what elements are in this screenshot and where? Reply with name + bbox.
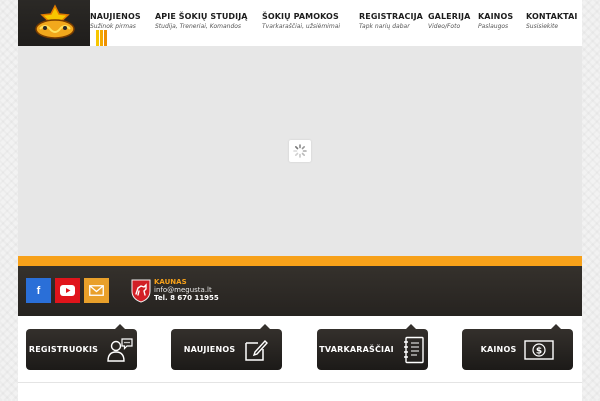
accent-band: [18, 256, 582, 266]
nav-item-kainos[interactable]: KAINOS Paslaugos: [478, 12, 513, 30]
nav-item-title: KONTAKTAI: [526, 12, 578, 21]
feature-label: REGISTRUOKIS: [28, 345, 99, 354]
email-icon: [89, 285, 104, 296]
nav-item-naujienos[interactable]: NAUJIENOS Sužinok pirmas: [90, 12, 141, 30]
nav-item-registracija[interactable]: REGISTRACIJA Tapk narių dabar: [359, 12, 423, 30]
nav-item-subtitle: Sužinok pirmas: [90, 23, 136, 30]
registruokis-button[interactable]: REGISTRUOKIS: [26, 324, 137, 370]
nav-item-subtitle: Studija, Treneriai, Komandos: [155, 23, 242, 30]
edit-note-icon: [245, 339, 269, 361]
spinner-icon: [293, 144, 307, 158]
logo[interactable]: [18, 0, 90, 46]
nav-item-subtitle: Video/Foto: [428, 23, 461, 30]
tvarkarasciai-button[interactable]: TVARKARAŠČIAI: [317, 324, 428, 370]
email-link[interactable]: info@megusta.lt: [154, 286, 219, 294]
dollar-bill-icon: $: [524, 339, 555, 360]
svg-text:$: $: [536, 346, 542, 356]
loading-spinner: [289, 140, 311, 162]
nav-item-title: GALERIJA: [428, 12, 471, 21]
site-header: NAUJIENOS Sužinok pirmas APIE ŠOKIŲ STUD…: [18, 0, 582, 46]
hero-slider: [18, 46, 582, 256]
nav-item-title: REGISTRACIJA: [359, 12, 423, 21]
nav-item-subtitle: Paslaugos: [478, 23, 509, 30]
facebook-button[interactable]: f: [26, 278, 51, 303]
content-start: [18, 382, 582, 401]
nav-item-title: APIE ŠOKIŲ STUDIJĄ: [155, 12, 248, 21]
logo-stripe: [96, 30, 99, 46]
nav-item-apie[interactable]: APIE ŠOKIŲ STUDIJĄ Studija, Treneriai, K…: [155, 12, 248, 30]
notebook-icon: [403, 336, 424, 363]
feature-label: TVARKARAŠČIAI: [319, 345, 394, 354]
nav-item-title: NAUJIENOS: [90, 12, 141, 21]
page: NAUJIENOS Sužinok pirmas APIE ŠOKIŲ STUD…: [18, 0, 582, 401]
naujienos-button[interactable]: NAUJIENOS: [171, 324, 282, 370]
kaunas-coat-of-arms-icon: [131, 279, 151, 303]
feature-label: KAINOS: [480, 345, 517, 354]
info-bar: f KAUNAS info@megusta.lt Tel. 8 670 1195…: [18, 266, 582, 316]
feature-buttons: REGISTRUOKIS NAUJIENOS TVARKARAŠČIAI KAI…: [18, 316, 582, 382]
kainos-button[interactable]: KAINOS $: [462, 324, 573, 370]
email-button[interactable]: [84, 278, 109, 303]
nav-item-galerija[interactable]: GALERIJA Video/Foto: [428, 12, 470, 30]
nav-item-subtitle: Tvarkaraščiai, užsiėmimai: [262, 23, 341, 30]
contact-block: KAUNAS info@megusta.lt Tel. 8 670 11955: [154, 278, 219, 302]
city-label: KAUNAS: [154, 278, 187, 286]
youtube-button[interactable]: [55, 278, 80, 303]
logo-stripe: [104, 30, 107, 46]
user-chat-icon: [107, 337, 133, 362]
nav-item-title: ŠOKIŲ PAMOKOS: [262, 12, 339, 21]
facebook-icon: f: [36, 284, 41, 297]
nav-item-subtitle: Tapk narių dabar: [359, 23, 410, 30]
phone-number: Tel. 8 670 11955: [154, 294, 219, 303]
logo-stripe: [100, 30, 103, 46]
nav-item-title: KAINOS: [478, 12, 514, 21]
feature-label: NAUJIENOS: [183, 345, 236, 354]
nav-item-pamokos[interactable]: ŠOKIŲ PAMOKOS Tvarkaraščiai, užsiėmimai: [262, 12, 340, 30]
nav-item-subtitle: Susisiekite: [526, 23, 559, 30]
youtube-icon: [60, 285, 75, 296]
nav-item-kontaktai[interactable]: KONTAKTAI Susisiekite: [526, 12, 577, 30]
logo-icon: [35, 4, 75, 39]
